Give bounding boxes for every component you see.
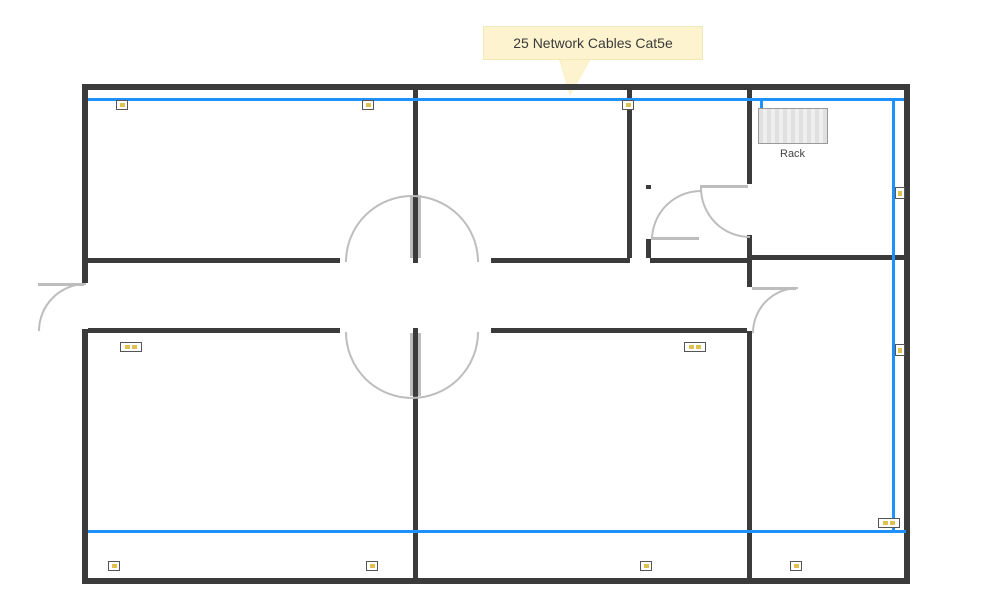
gap-top-far-r	[630, 258, 650, 263]
door-top-right-leaf	[418, 195, 421, 258]
wall-bot-right-vert	[747, 330, 752, 580]
jack-right-1	[895, 187, 905, 199]
jack-top-2	[362, 100, 374, 110]
floorplan-canvas: 25 Network Cables Cat5e Rack	[0, 0, 1000, 601]
rack-label: Rack	[780, 148, 805, 160]
jack-bot-4	[790, 561, 802, 571]
jack-bot-1	[108, 561, 120, 571]
jack-bot-3	[640, 561, 652, 571]
server-rack	[758, 108, 828, 144]
wall-right	[904, 84, 910, 584]
gap-inner646	[646, 189, 651, 239]
wall-rackroom-horiz	[747, 255, 910, 260]
cable-callout-text: 25 Network Cables Cat5e	[513, 35, 673, 51]
jack-bot-2	[366, 561, 378, 571]
jack-right-2	[895, 344, 905, 356]
door-rackroom-leaf	[700, 185, 748, 188]
jack-left-double	[120, 342, 142, 352]
wall-left	[82, 84, 88, 584]
wall-top-right-vert	[627, 84, 632, 259]
cable-top	[88, 98, 904, 101]
jack-top-1	[116, 100, 128, 110]
jack-mid-double	[684, 342, 706, 352]
door-corr-arc	[752, 287, 844, 379]
callout-tail	[560, 60, 590, 96]
wall-top	[82, 84, 910, 90]
jack-top-3	[622, 100, 634, 110]
cable-callout: 25 Network Cables Cat5e	[483, 26, 703, 60]
jack-br-double	[878, 518, 900, 528]
door-bot-right-leaf	[418, 333, 421, 396]
cable-right	[892, 98, 895, 533]
cable-bottom	[88, 530, 906, 533]
door-bot-left-arc	[345, 265, 479, 399]
wall-bottom	[82, 578, 910, 584]
gap-corr-r	[747, 287, 752, 331]
